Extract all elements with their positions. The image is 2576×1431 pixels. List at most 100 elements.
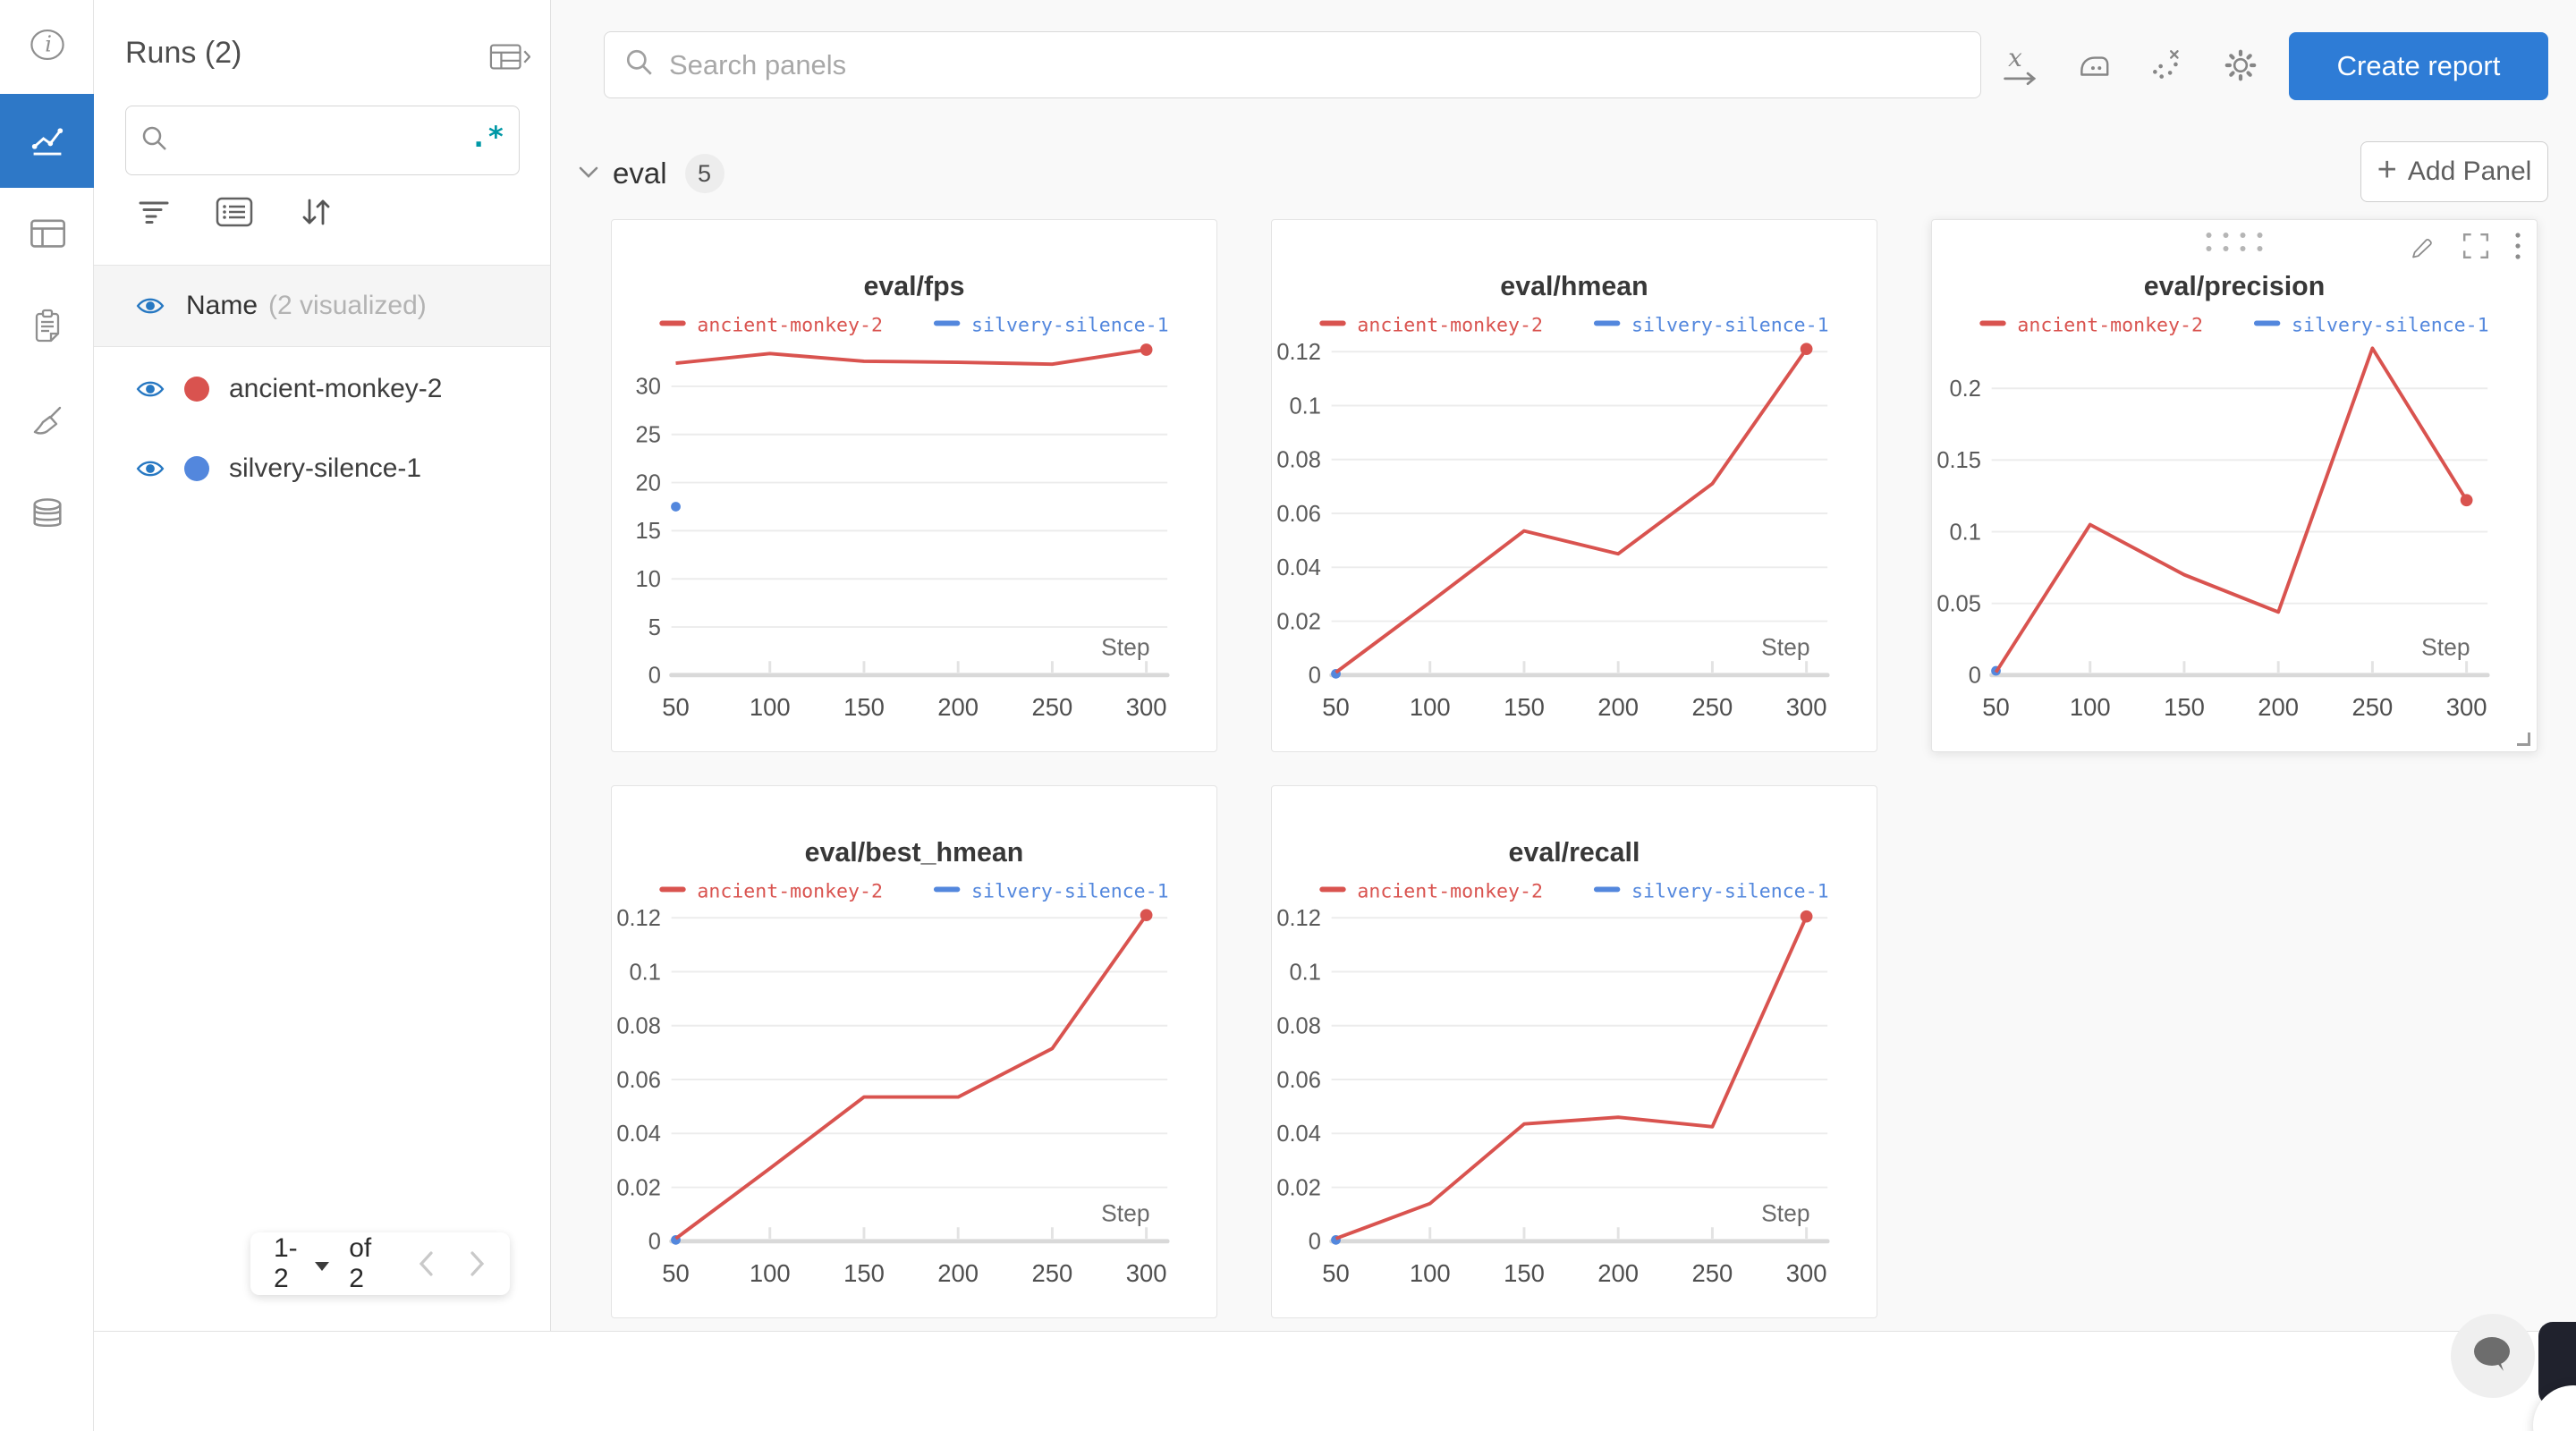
svg-text:20: 20 bbox=[636, 470, 661, 495]
chat-button[interactable] bbox=[2451, 1314, 2535, 1398]
nav-info[interactable]: i bbox=[0, 0, 94, 94]
svg-text:ancient-monkey-2: ancient-monkey-2 bbox=[697, 314, 883, 336]
nav-sweeps[interactable] bbox=[0, 376, 94, 470]
regex-toggle-icon[interactable]: .* bbox=[470, 123, 504, 158]
edit-panel-icon[interactable] bbox=[2410, 232, 2438, 260]
line-chart[interactable]: 05101520253050100150200250300Stepeval/fp… bbox=[612, 220, 1216, 751]
left-nav-rail: i bbox=[0, 0, 94, 1431]
line-chart-icon bbox=[28, 119, 67, 163]
svg-text:300: 300 bbox=[1786, 693, 1827, 721]
svg-text:0.02: 0.02 bbox=[616, 1175, 661, 1200]
svg-text:100: 100 bbox=[2070, 693, 2111, 721]
fullscreen-icon[interactable] bbox=[2462, 232, 2490, 260]
page-range: 1-2 bbox=[274, 1233, 306, 1294]
svg-text:30: 30 bbox=[636, 375, 661, 400]
svg-text:0.08: 0.08 bbox=[616, 1014, 661, 1039]
svg-text:silvery-silence-1: silvery-silence-1 bbox=[971, 880, 1169, 902]
line-chart[interactable]: 00.020.040.060.080.10.125010015020025030… bbox=[1272, 786, 1877, 1317]
runs-search-box: .* bbox=[125, 106, 520, 175]
panel-count-badge: 5 bbox=[685, 154, 724, 193]
panel-search-input[interactable] bbox=[669, 49, 1961, 81]
svg-text:eval/best_hmean: eval/best_hmean bbox=[805, 838, 1024, 868]
chat-bubble-icon bbox=[2470, 1334, 2516, 1379]
svg-text:50: 50 bbox=[1322, 1259, 1350, 1287]
svg-text:250: 250 bbox=[1692, 1259, 1733, 1287]
chart-panel: 00.020.040.060.080.10.125010015020025030… bbox=[1271, 785, 1877, 1318]
footer-bar bbox=[94, 1331, 2576, 1431]
chevron-down-icon bbox=[577, 163, 600, 185]
svg-text:0.1: 0.1 bbox=[1289, 960, 1320, 985]
svg-text:100: 100 bbox=[1410, 693, 1451, 721]
panel-search-box bbox=[604, 31, 1981, 98]
run-row-ancient-monkey-2[interactable]: ancient-monkey-2 bbox=[94, 351, 550, 428]
info-icon: i bbox=[28, 25, 67, 69]
svg-text:0.04: 0.04 bbox=[1276, 1122, 1321, 1147]
svg-text:0.1: 0.1 bbox=[1289, 394, 1320, 419]
panel-resize-handle[interactable] bbox=[2517, 732, 2530, 746]
visibility-eye-icon[interactable] bbox=[136, 459, 165, 478]
svg-text:ancient-monkey-2: ancient-monkey-2 bbox=[2017, 314, 2203, 336]
outlier-scatter-icon[interactable] bbox=[2148, 47, 2186, 84]
line-chart[interactable]: 00.050.10.150.250100150200250300Stepeval… bbox=[1932, 220, 2537, 751]
sort-icon[interactable] bbox=[298, 195, 334, 229]
svg-text:300: 300 bbox=[1786, 1259, 1827, 1287]
svg-text:silvery-silence-1: silvery-silence-1 bbox=[2292, 314, 2489, 336]
svg-text:0.2: 0.2 bbox=[1949, 377, 1980, 402]
create-report-button[interactable]: Create report bbox=[2289, 32, 2548, 100]
svg-text:250: 250 bbox=[1692, 693, 1733, 721]
runs-name-header[interactable]: Name (2 visualized) bbox=[94, 265, 550, 347]
chart-panel: 05101520253050100150200250300Stepeval/fp… bbox=[611, 219, 1217, 752]
visibility-eye-icon[interactable] bbox=[136, 296, 165, 316]
section-eval-header[interactable]: eval 5 bbox=[577, 154, 724, 193]
svg-text:x: x bbox=[2008, 47, 2022, 72]
name-header-label: Name bbox=[186, 291, 258, 321]
svg-text:100: 100 bbox=[750, 693, 791, 721]
runs-panel-title: Runs (2) bbox=[125, 36, 242, 71]
svg-text:0.15: 0.15 bbox=[1936, 448, 1981, 473]
run-list-settings-icon[interactable] bbox=[216, 196, 253, 228]
nav-workspace-charts[interactable] bbox=[0, 94, 94, 188]
svg-text:eval/recall: eval/recall bbox=[1509, 838, 1640, 868]
svg-text:0: 0 bbox=[648, 664, 661, 689]
svg-text:0.05: 0.05 bbox=[1936, 592, 1981, 617]
page-size-dropdown-icon[interactable] bbox=[315, 1262, 329, 1271]
svg-text:Step: Step bbox=[1761, 1199, 1809, 1226]
svg-text:ancient-monkey-2: ancient-monkey-2 bbox=[1357, 880, 1543, 902]
panel-menu-kebab-icon[interactable] bbox=[2513, 231, 2522, 261]
add-panel-button[interactable]: + Add Panel bbox=[2360, 141, 2548, 202]
svg-text:0.04: 0.04 bbox=[616, 1122, 661, 1147]
x-axis-icon[interactable]: x bbox=[2002, 47, 2039, 86]
run-row-silvery-silence-1[interactable]: silvery-silence-1 bbox=[94, 430, 550, 507]
smoothing-iron-icon[interactable] bbox=[2075, 47, 2113, 84]
svg-text:250: 250 bbox=[2352, 693, 2394, 721]
gear-icon[interactable] bbox=[2222, 47, 2259, 84]
filter-funnel-icon[interactable] bbox=[137, 197, 171, 227]
chart-panel: 00.020.040.060.080.10.125010015020025030… bbox=[1271, 219, 1877, 752]
svg-text:0.06: 0.06 bbox=[1276, 502, 1321, 527]
runs-search-input[interactable] bbox=[169, 125, 470, 156]
runs-table-toggle[interactable] bbox=[489, 41, 530, 78]
panel-drag-handle[interactable] bbox=[2207, 233, 2263, 251]
chart-panel: 00.050.10.150.250100150200250300Stepeval… bbox=[1931, 219, 2538, 752]
visualized-count: (2 visualized) bbox=[268, 291, 427, 321]
prev-page-button[interactable] bbox=[417, 1249, 436, 1279]
svg-text:0.1: 0.1 bbox=[629, 960, 660, 985]
svg-text:200: 200 bbox=[1597, 693, 1639, 721]
nav-table[interactable] bbox=[0, 188, 94, 282]
next-page-button[interactable] bbox=[467, 1249, 487, 1279]
visibility-eye-icon[interactable] bbox=[136, 379, 165, 399]
svg-text:0.06: 0.06 bbox=[1276, 1068, 1321, 1093]
svg-text:0.02: 0.02 bbox=[1276, 609, 1321, 634]
runs-filter-row bbox=[137, 195, 334, 229]
search-icon bbox=[624, 47, 655, 82]
nav-logs[interactable] bbox=[0, 282, 94, 376]
nav-artifacts[interactable] bbox=[0, 470, 94, 563]
line-chart[interactable]: 00.020.040.060.080.10.125010015020025030… bbox=[612, 786, 1216, 1317]
run-color-dot bbox=[184, 456, 209, 481]
svg-text:100: 100 bbox=[750, 1259, 791, 1287]
svg-text:0.12: 0.12 bbox=[1276, 340, 1321, 365]
svg-text:i: i bbox=[45, 32, 52, 57]
line-chart[interactable]: 00.020.040.060.080.10.125010015020025030… bbox=[1272, 220, 1877, 751]
run-color-dot bbox=[184, 377, 209, 402]
svg-text:150: 150 bbox=[843, 1259, 885, 1287]
